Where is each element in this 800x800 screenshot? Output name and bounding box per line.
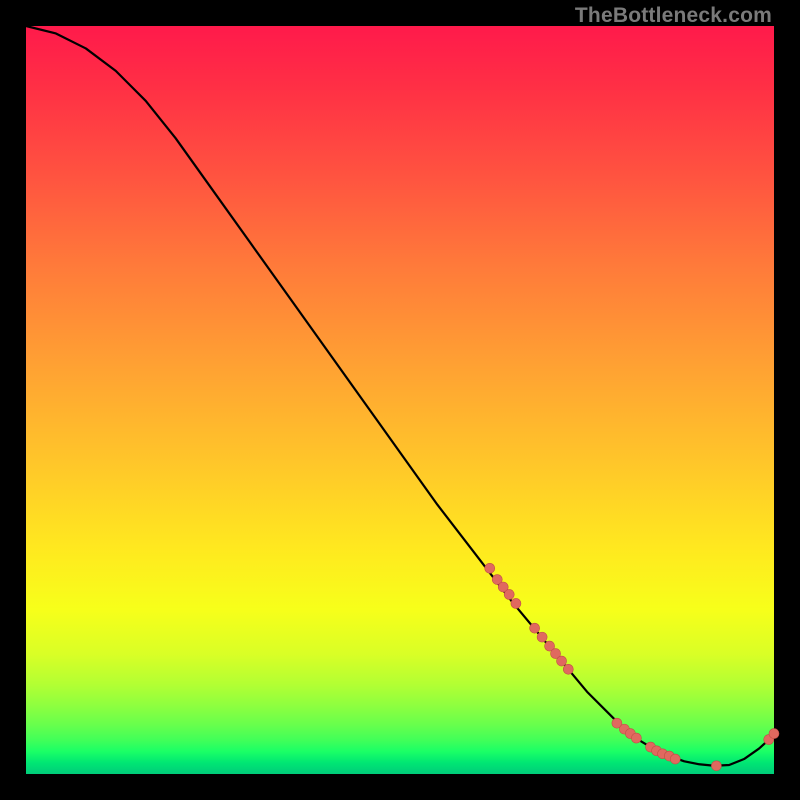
watermark-text: TheBottleneck.com <box>575 4 772 28</box>
data-marker <box>504 589 514 599</box>
data-marker <box>485 563 495 573</box>
curve-svg <box>26 26 774 774</box>
plot-area <box>26 26 774 774</box>
data-marker <box>711 761 721 771</box>
data-marker <box>670 754 680 764</box>
bottleneck-curve <box>26 26 774 766</box>
data-marker <box>557 656 567 666</box>
data-marker <box>511 598 521 608</box>
chart-stage: TheBottleneck.com <box>0 0 800 800</box>
data-marker <box>631 733 641 743</box>
data-marker <box>530 623 540 633</box>
data-marker <box>563 664 573 674</box>
markers-group <box>485 563 779 770</box>
data-marker <box>769 729 779 739</box>
data-marker <box>537 632 547 642</box>
